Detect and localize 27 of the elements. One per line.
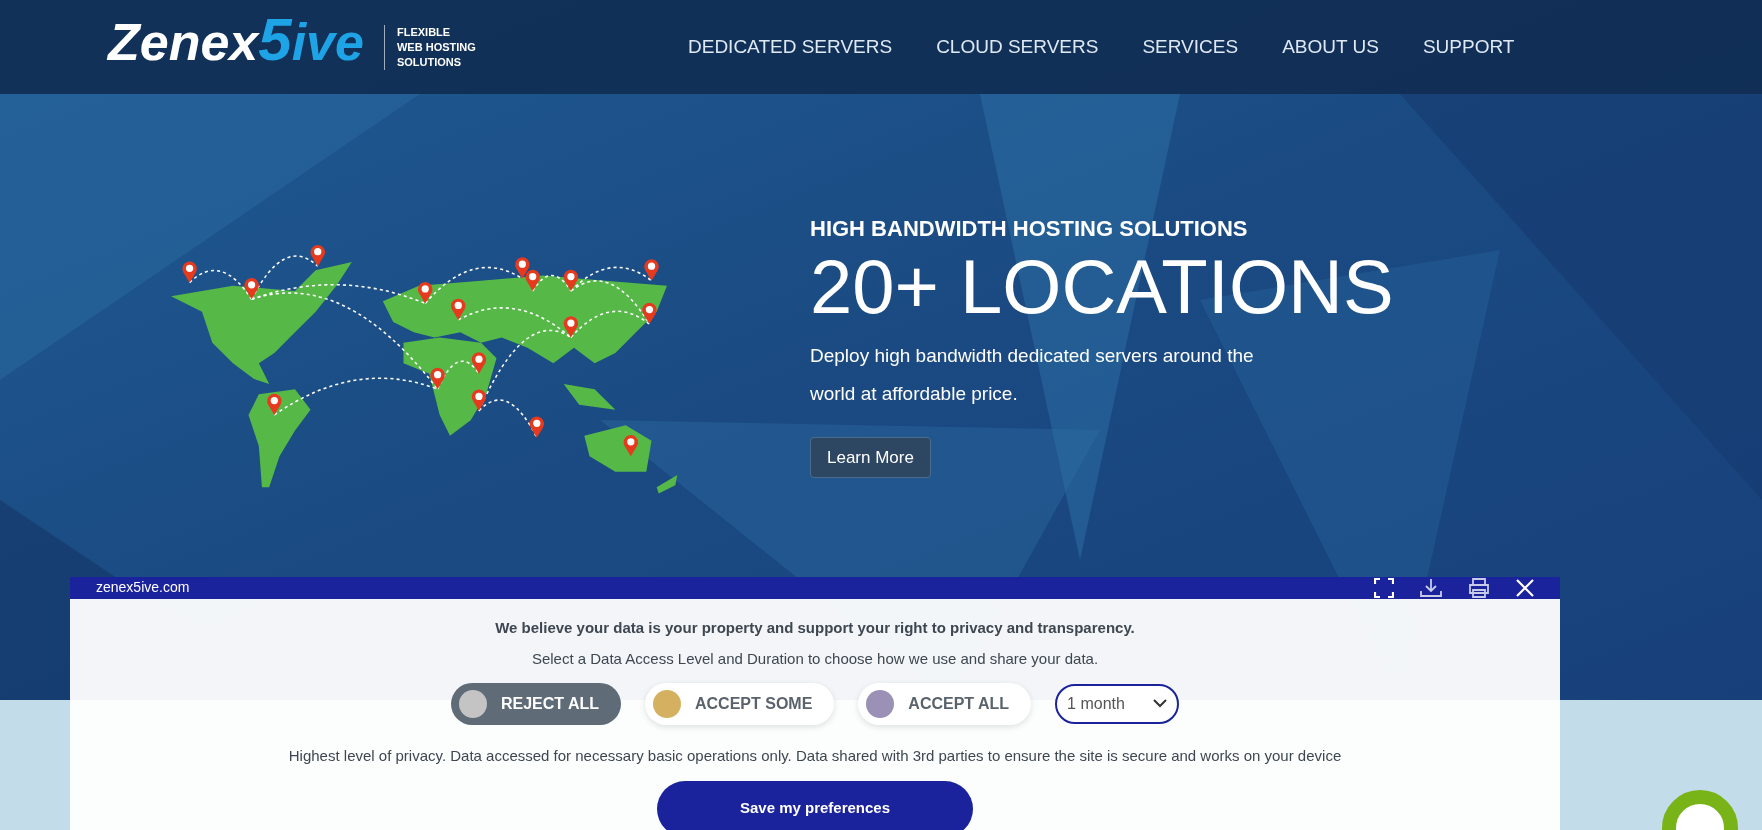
nav-link[interactable]: CLOUD SERVERS: [936, 32, 1099, 62]
hero-eyebrow: HIGH BANDWIDTH HOSTING SOLUTIONS: [810, 215, 1248, 243]
chevron-down-icon: [1153, 699, 1168, 708]
print-icon[interactable]: [1468, 577, 1490, 598]
access-level-option[interactable]: REJECT ALL: [450, 682, 621, 725]
hero-title: 20+ LOCATIONS: [810, 245, 1394, 329]
fullscreen-icon[interactable]: [1374, 577, 1394, 598]
duration-select[interactable]: 1 month: [1055, 683, 1180, 724]
consent-heading: We believe your data is your property and support your right to privacy and transparency.: [495, 617, 1135, 638]
nav-link[interactable]: DEDICATED SERVERS: [688, 32, 893, 62]
access-level-option[interactable]: ACCEPT ALL: [858, 682, 1032, 725]
close-icon[interactable]: [1516, 578, 1534, 597]
nav-link[interactable]: ABOUT US: [1282, 32, 1379, 62]
save-preferences-button[interactable]: Save my preferences: [657, 781, 973, 830]
tagline-text: FLEXIBLE: [396, 24, 452, 40]
level-description: Highest level of privacy. Data accessed for necessary basic operations only. Data shared with 3rd parties to ensure the site is secure and works on your device: [288, 745, 1342, 766]
learn-more-button[interactable]: Learn More: [810, 437, 931, 478]
tagline-text: WEB HOSTING: [396, 39, 476, 55]
consent-subheading: Select a Data Access Level and Duration to choose how we use and share your data.: [531, 649, 1099, 669]
access-level-option[interactable]: ACCEPT SOME: [645, 682, 835, 725]
hero-description: Deploy high bandwidth dedicated servers around the world at affordable price.: [810, 344, 1255, 406]
download-icon[interactable]: [1420, 577, 1442, 598]
logo[interactable]: Zenex5ive: [108, 10, 364, 70]
dialog-site-title: zenex5ive.com: [96, 578, 190, 598]
nav-link[interactable]: SERVICES: [1142, 32, 1239, 62]
nav-link[interactable]: SUPPORT: [1422, 32, 1515, 62]
tagline-text: SOLUTIONS: [396, 54, 463, 70]
